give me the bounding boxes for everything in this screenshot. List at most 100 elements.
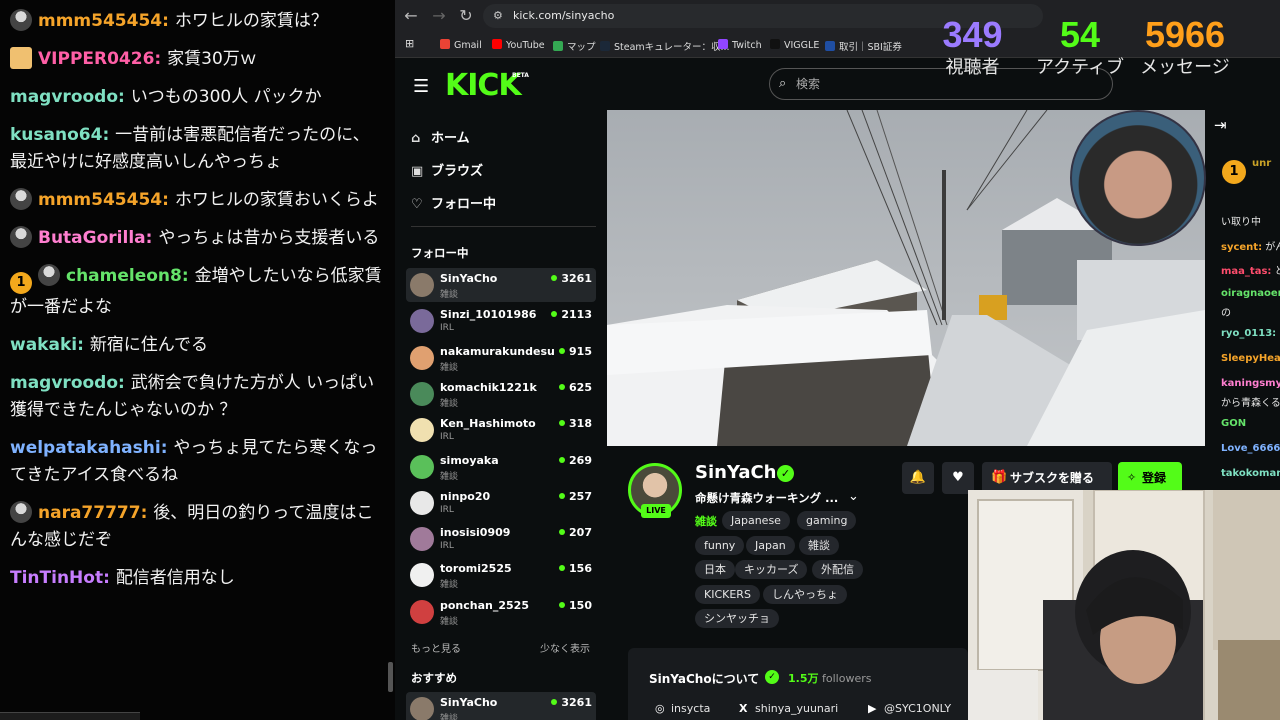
- kick-logo[interactable]: KICK: [445, 68, 522, 103]
- bookmark-item[interactable]: マップ: [553, 39, 596, 53]
- about-title: SinYaChoについて: [649, 672, 760, 686]
- forward-icon[interactable]: →: [429, 6, 449, 25]
- right-chat-username[interactable]: Love_6666: [1221, 443, 1280, 454]
- bookmark-item[interactable]: Gmail: [440, 39, 482, 51]
- social-link[interactable]: ▶ @SYC1ONLY: [868, 702, 951, 715]
- live-dot-icon: [551, 311, 558, 318]
- show-more-link[interactable]: もっと見る: [411, 644, 461, 655]
- right-chat-message: maa_tas: と: [1221, 262, 1280, 277]
- sidebar-channel-row[interactable]: Sinzi_10101986 IRL 2113: [406, 304, 596, 338]
- sidebar-channel-row[interactable]: komachik1221k 雑談 625: [406, 377, 596, 411]
- stat-label: アクティブ: [1035, 57, 1125, 78]
- notification-bell-button[interactable]: 🔔: [902, 462, 934, 494]
- stream-tag[interactable]: シンヤッチョ: [695, 609, 779, 628]
- left-chat-scrollbar[interactable]: [388, 662, 393, 692]
- sidebar-channel-name: ponchan_2525: [440, 598, 529, 612]
- chat-username[interactable]: nara77777: [38, 503, 141, 523]
- nav-item[interactable]: ⌂ ホーム: [411, 127, 470, 146]
- stream-tag[interactable]: Japanese: [722, 511, 790, 530]
- stream-tag[interactable]: 外配信: [812, 560, 863, 579]
- right-chat-username[interactable]: sycent:: [1221, 242, 1262, 253]
- sidebar-channel-category: 雑談: [440, 362, 459, 373]
- nav-label: フォロー中: [431, 197, 497, 212]
- chat-username[interactable]: TinTinHot: [10, 568, 103, 588]
- right-chat-username[interactable]: maa_tas:: [1221, 266, 1271, 277]
- stream-tag[interactable]: Japan: [746, 536, 795, 555]
- stream-tag[interactable]: キッカーズ: [735, 560, 808, 579]
- stream-tag[interactable]: しんやっちょ: [763, 585, 847, 604]
- stream-tag[interactable]: 日本: [695, 560, 735, 579]
- sidebar-channel-row[interactable]: SinYaCho 雑談 3261: [406, 692, 596, 720]
- sidebar-channel-row[interactable]: ninpo20 IRL 257: [406, 486, 596, 520]
- social-link[interactable]: Xshinya_yuunari: [739, 702, 838, 715]
- channel-name[interactable]: SinYaCho: [695, 462, 789, 483]
- viewer-count-text: 150: [569, 598, 592, 612]
- chat-username[interactable]: welpatakahashi: [10, 438, 161, 458]
- nav-item[interactable]: ♡ フォロー中: [411, 193, 496, 212]
- stream-tag[interactable]: 雑談: [799, 536, 839, 555]
- live-dot-icon: [559, 601, 566, 608]
- apps-icon[interactable]: ⊞: [405, 37, 414, 50]
- stream-tag[interactable]: gaming: [797, 511, 857, 530]
- sidebar-channel-row[interactable]: ponchan_2525 雑談 150: [406, 595, 596, 629]
- sidebar-channel-name: SinYaCho: [440, 272, 498, 285]
- right-chat-username[interactable]: unr: [1252, 158, 1271, 169]
- user-avatar-icon: [38, 264, 60, 286]
- sidebar-channel-row[interactable]: nakamurakundesu 雑談 915: [406, 341, 596, 375]
- bookmark-item[interactable]: 取引｜SBI証券: [825, 39, 902, 53]
- sidebar-channel-row[interactable]: SinYaCho 雑談 3261: [406, 268, 596, 302]
- social-link[interactable]: ◎ insycta: [655, 702, 710, 715]
- chat-username[interactable]: ButaGorilla: [38, 228, 146, 248]
- chat-username[interactable]: chameleon8: [66, 266, 182, 286]
- stream-tag[interactable]: funny: [695, 536, 745, 555]
- channel-avatar-icon: [410, 599, 434, 624]
- viewer-count-text: 3261: [561, 272, 592, 285]
- sidebar-channel-row[interactable]: simoyaka 雑談 269: [406, 450, 596, 484]
- channel-avatar-icon: [410, 563, 434, 588]
- follow-label: 登録: [1142, 471, 1167, 485]
- right-chat-username[interactable]: kaningsmy: [1221, 378, 1280, 389]
- left-chat-input-bar[interactable]: [0, 712, 140, 720]
- live-dot-icon: [559, 492, 566, 499]
- stream-category[interactable]: 雑談: [695, 513, 717, 529]
- bookmark-item[interactable]: Steamキュレーター：収...: [600, 39, 730, 53]
- sidebar-channel-row[interactable]: Ken_Hashimoto IRL 318: [406, 413, 596, 447]
- chat-username[interactable]: magvroodo: [10, 87, 118, 107]
- bookmark-item[interactable]: YouTube: [492, 39, 545, 51]
- bookmark-item[interactable]: VIGGLE: [770, 39, 819, 51]
- stat-label: 視聴者: [945, 57, 1000, 78]
- chat-username[interactable]: mmm545454: [38, 190, 162, 210]
- right-chat-message: GON: [1221, 418, 1246, 429]
- sidebar-channel-row[interactable]: inosisi0909 IRL 207: [406, 522, 596, 556]
- stream-tag[interactable]: KICKERS: [695, 585, 760, 604]
- right-chat-username[interactable]: SleepyHead: [1221, 353, 1280, 364]
- nav-item[interactable]: ▣ ブラウズ: [411, 160, 483, 179]
- show-less-link[interactable]: 少なく表示: [540, 640, 590, 655]
- bookmark-item[interactable]: Twitch: [718, 39, 762, 51]
- back-icon[interactable]: ←: [401, 6, 421, 25]
- chevron-down-icon[interactable]: ⌄: [848, 489, 859, 504]
- menu-icon[interactable]: ☰: [413, 76, 429, 97]
- bell-icon: 🔔: [909, 470, 927, 485]
- right-chat-text: と: [1274, 266, 1280, 277]
- collapse-chat-icon[interactable]: ⇥: [1214, 116, 1227, 134]
- chat-username[interactable]: magvroodo: [10, 373, 118, 393]
- chat-message: wakaki: 新宿に住んでる: [10, 332, 385, 359]
- site-info-icon[interactable]: ⚙: [493, 4, 503, 28]
- reload-icon[interactable]: ↻: [456, 6, 476, 25]
- live-dot-icon: [559, 456, 566, 463]
- chat-username[interactable]: wakaki: [10, 335, 77, 355]
- chat-username[interactable]: mmm545454: [38, 11, 162, 31]
- sidebar-viewer-count: 257: [559, 490, 592, 503]
- chat-separator: :: [181, 266, 195, 286]
- sidebar-channel-row[interactable]: toromi2525 雑談 156: [406, 558, 596, 592]
- right-chat-username[interactable]: takokoman: [1221, 468, 1280, 479]
- chat-username[interactable]: VIPPER0426: [38, 49, 154, 69]
- right-chat-username[interactable]: GON: [1221, 418, 1246, 429]
- channel-avatar-icon: [410, 527, 434, 552]
- right-chat-username[interactable]: ryo_0113:: [1221, 328, 1276, 339]
- chat-text: 新宿に住んでる: [89, 335, 208, 355]
- chat-username[interactable]: kusano64: [10, 125, 102, 145]
- right-chat-username[interactable]: oiragnaoer:: [1221, 288, 1280, 299]
- stat-value: 349: [942, 14, 1003, 55]
